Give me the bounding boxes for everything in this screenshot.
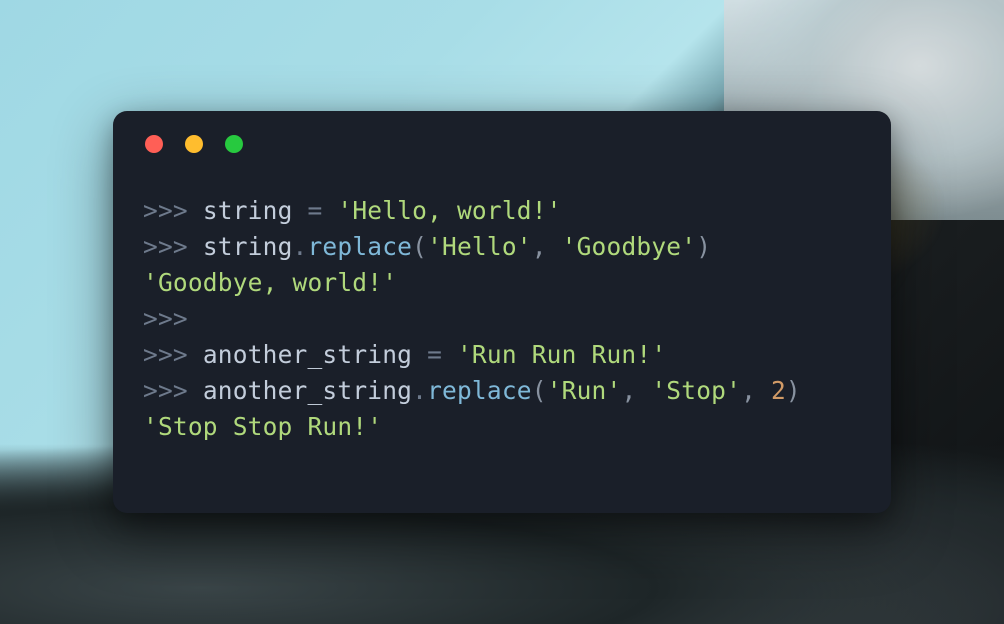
- code-line: 'Goodbye, world!': [143, 268, 397, 297]
- prompt: >>>: [143, 376, 203, 405]
- code-line: >>> another_string = 'Run Run Run!': [143, 340, 666, 369]
- paren-open: (: [412, 232, 427, 261]
- comma: ,: [621, 376, 651, 405]
- output: 'Goodbye, world!': [143, 268, 397, 297]
- prompt: >>>: [143, 304, 188, 333]
- prompt: >>>: [143, 340, 203, 369]
- code-line: >>> string.replace('Hello', 'Goodbye'): [143, 232, 711, 261]
- string-literal: 'Run Run Run!': [457, 340, 666, 369]
- variable: string: [203, 196, 293, 225]
- string-literal: 'Hello, world!': [337, 196, 561, 225]
- prompt: >>>: [143, 196, 203, 225]
- maximize-icon[interactable]: [225, 135, 243, 153]
- prompt: >>>: [143, 232, 203, 261]
- string-literal: 'Run': [547, 376, 622, 405]
- string-literal: 'Stop': [651, 376, 741, 405]
- window-controls: [145, 135, 861, 153]
- number-literal: 2: [771, 376, 786, 405]
- variable: another_string: [203, 376, 412, 405]
- code-line: >>> another_string.replace('Run', 'Stop'…: [143, 376, 801, 405]
- code-line: >>> string = 'Hello, world!': [143, 196, 562, 225]
- comma: ,: [532, 232, 562, 261]
- string-literal: 'Goodbye': [562, 232, 697, 261]
- output: 'Stop Stop Run!': [143, 412, 382, 441]
- close-icon[interactable]: [145, 135, 163, 153]
- comma: ,: [741, 376, 771, 405]
- paren-open: (: [532, 376, 547, 405]
- code-line: >>>: [143, 304, 188, 333]
- paren-close: ): [786, 376, 801, 405]
- operator: =: [293, 196, 338, 225]
- dot: .: [293, 232, 308, 261]
- paren-close: ): [696, 232, 711, 261]
- code-line: 'Stop Stop Run!': [143, 412, 382, 441]
- function-name: replace: [307, 232, 412, 261]
- function-name: replace: [427, 376, 532, 405]
- variable: string: [203, 232, 293, 261]
- code-block: >>> string = 'Hello, world!' >>> string.…: [143, 193, 861, 445]
- minimize-icon[interactable]: [185, 135, 203, 153]
- terminal-window: >>> string = 'Hello, world!' >>> string.…: [113, 111, 891, 513]
- operator: =: [412, 340, 457, 369]
- string-literal: 'Hello': [427, 232, 532, 261]
- dot: .: [412, 376, 427, 405]
- variable: another_string: [203, 340, 412, 369]
